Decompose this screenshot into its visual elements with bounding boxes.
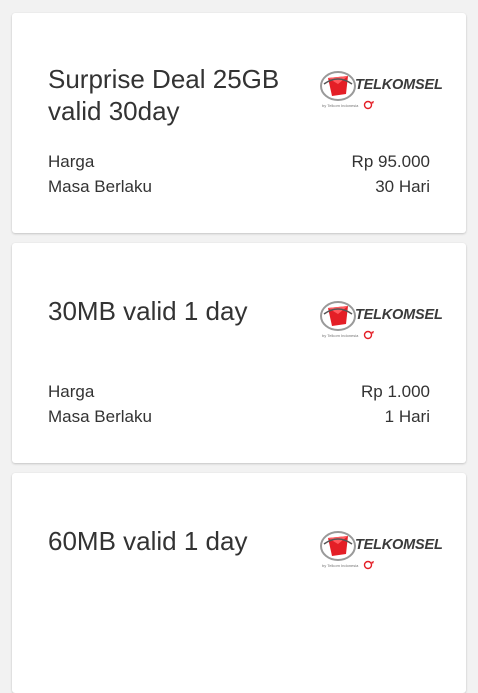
package-card[interactable]: 30MB valid 1 day TELKOMSEL by Telkom Ind… [12,243,466,463]
package-title: Surprise Deal 25GB valid 30day [48,64,280,126]
package-card[interactable]: Surprise Deal 25GB valid 30day TELKOMSEL… [12,13,466,233]
price-value: Rp 95.000 [351,152,430,171]
telkomsel-logo: TELKOMSEL by Telkom Indonesia [319,296,443,346]
telkomsel-logo: TELKOMSEL by Telkom Indonesia [319,66,443,116]
validity-row: Masa Berlaku 30 Hari [48,174,430,199]
validity-value: 1 Hari [384,407,430,426]
provider-subtitle: by Telkom Indonesia [322,333,359,338]
price-row: Harga Rp 95.000 [48,149,430,174]
telkomsel-mark-icon [320,531,356,561]
provider-name: TELKOMSEL [355,77,443,93]
provider-name: TELKOMSEL [355,537,443,553]
telkom-star-icon [363,560,374,570]
telkom-star-icon [363,330,374,340]
validity-label: Masa Berlaku [48,407,152,426]
validity-value: 30 Hari [375,177,430,196]
telkomsel-mark-icon [320,301,356,331]
package-title: 30MB valid 1 day [48,296,248,326]
telkomsel-logo: TELKOMSEL by Telkom Indonesia [319,526,443,576]
validity-row: Masa Berlaku 1 Hari [48,404,430,429]
validity-label: Masa Berlaku [48,177,152,196]
price-label: Harga [48,382,95,401]
telkom-star-icon [363,100,374,110]
package-card[interactable]: 60MB valid 1 day TELKOMSEL by Telkom Ind… [12,473,466,693]
provider-name: TELKOMSEL [355,307,443,323]
telkomsel-mark-icon [320,71,356,101]
provider-subtitle: by Telkom Indonesia [322,103,359,108]
price-row: Harga Rp 1.000 [48,379,430,404]
package-title: 60MB valid 1 day [48,526,248,556]
price-value: Rp 1.000 [361,382,430,401]
provider-subtitle: by Telkom Indonesia [322,563,359,568]
price-label: Harga [48,152,95,171]
